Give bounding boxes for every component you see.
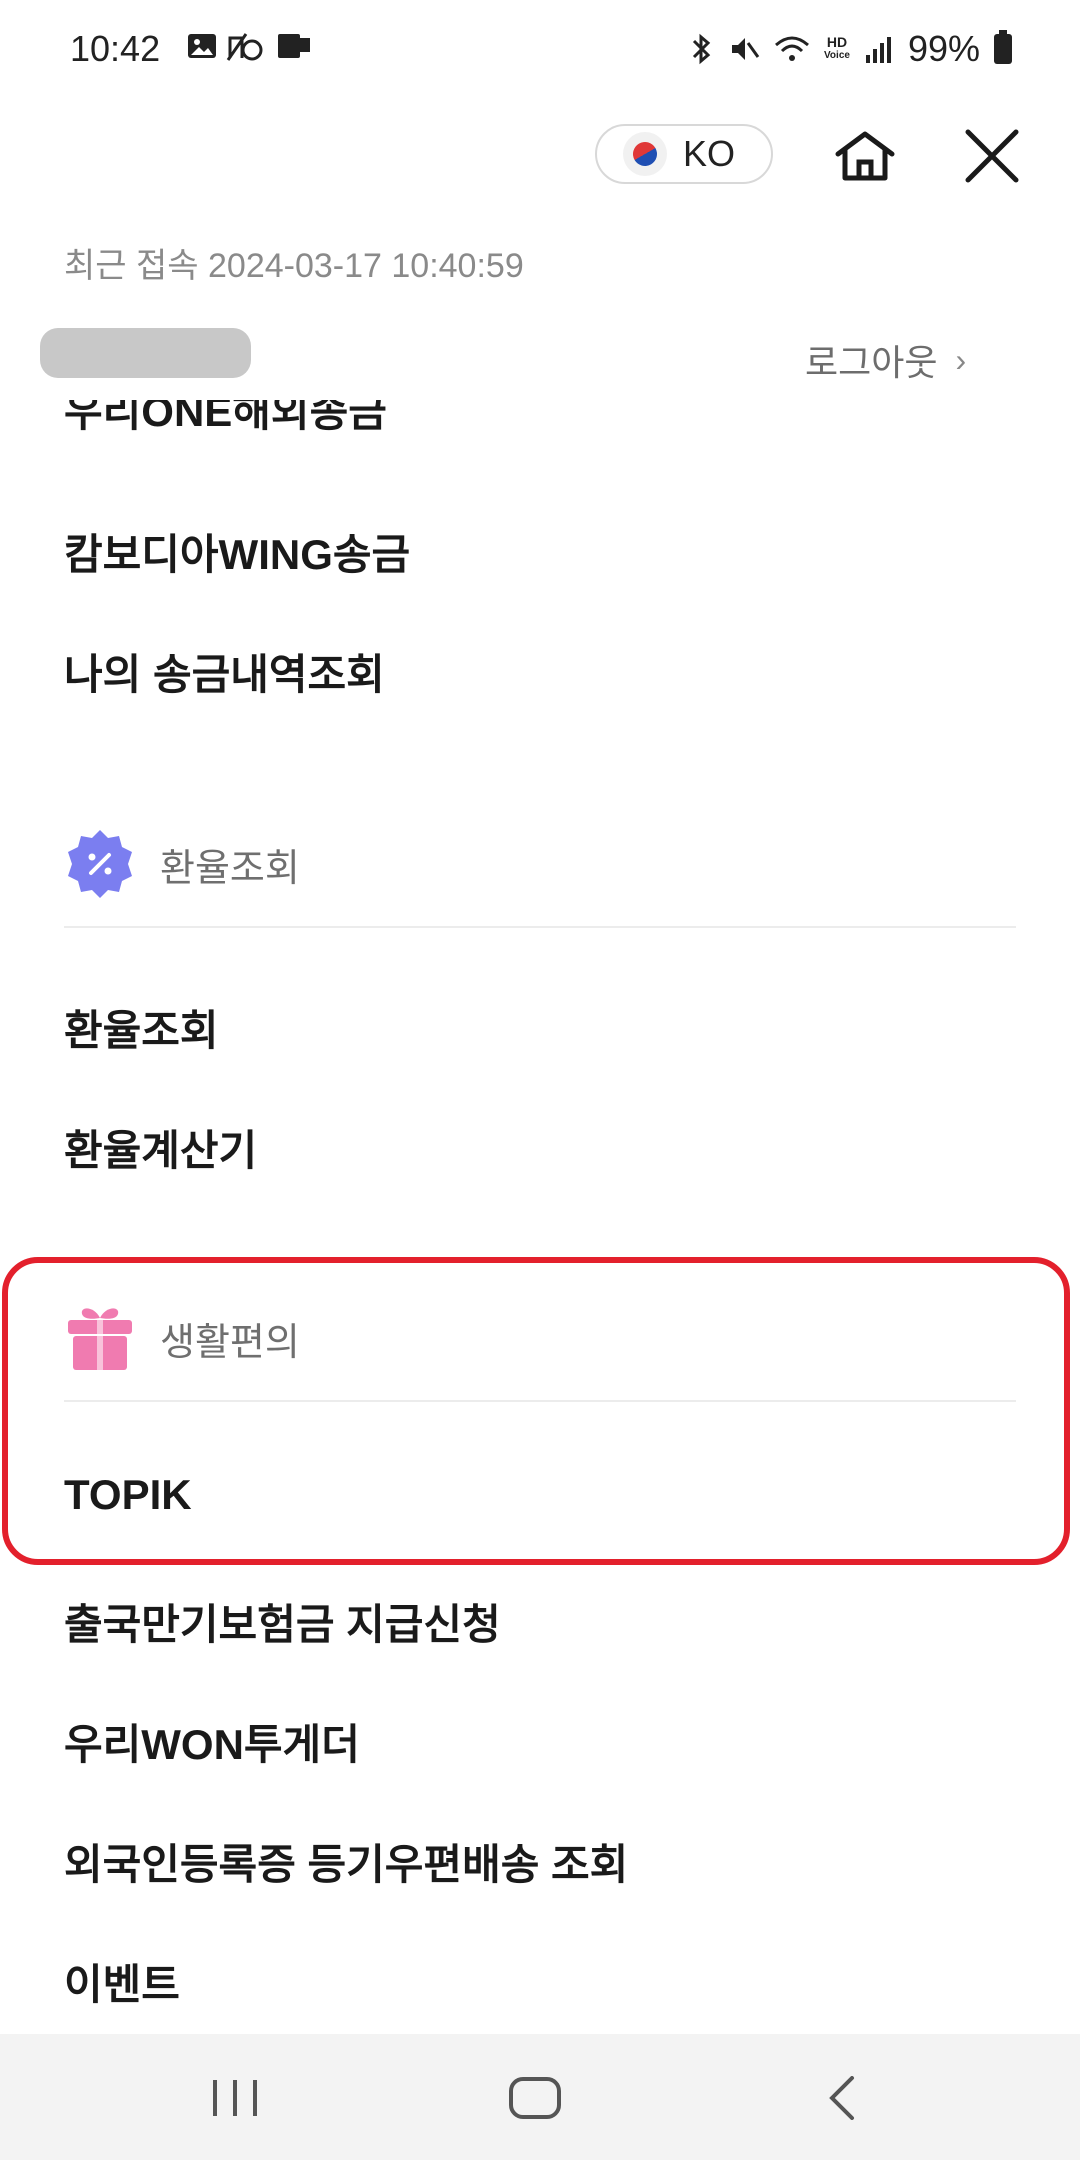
chevron-right-icon: › (955, 341, 967, 378)
language-selector[interactable]: KO (595, 124, 773, 184)
system-icons: HD Voice 99% (688, 28, 1012, 70)
menu-item-departure-insurance[interactable]: 출국만기보험금 지급신청 (64, 1591, 501, 1652)
recent-apps-icon[interactable] (205, 2076, 265, 2120)
no-sound-alarm-icon (226, 33, 263, 61)
status-bar: 10:42 HD Voice 99% (0, 0, 1080, 100)
menu-item-exchange-rate[interactable]: 환율조회 (64, 997, 219, 1058)
notification-icons (186, 30, 314, 62)
last-login-time: 최근 접속 2024-03-17 10:40:59 (64, 247, 524, 285)
mute-icon (732, 38, 760, 60)
battery-icon (994, 30, 1012, 64)
hd-voice-icon: HD Voice (824, 35, 850, 63)
highlight-box (2, 1257, 1070, 1565)
bluetooth-icon (692, 33, 711, 65)
signal-icon (865, 37, 891, 63)
navigation-bar (0, 2034, 1080, 2160)
menu-item-event[interactable]: 이벤트 (64, 1951, 180, 2012)
menu-item-cut-off[interactable]: 우리ONE해외송금 (64, 400, 464, 442)
korea-flag-icon (623, 132, 667, 176)
menu-item-alien-card-delivery[interactable]: 외국인등록증 등기우편배송 조회 (64, 1831, 628, 1892)
clock: 10:42 (70, 28, 161, 69)
close-icon[interactable] (964, 128, 1020, 184)
section-exchange: 환율조회 (64, 828, 300, 900)
home-nav-icon[interactable] (505, 2076, 565, 2120)
user-name-redacted (40, 328, 251, 378)
divider (64, 926, 1016, 928)
percent-badge-icon (68, 830, 132, 898)
section-exchange-label: 환율조회 (160, 847, 300, 890)
menu-item-exchange-calculator[interactable]: 환율계산기 (64, 1117, 257, 1178)
voice-text: Voice (824, 50, 850, 61)
menu-item-label: 우리ONE해외송금 (64, 400, 387, 435)
logout-button[interactable]: 로그아웃 › (805, 334, 966, 386)
menu-item-cambodia-wing[interactable]: 캄보디아WING송금 (64, 521, 410, 582)
back-icon[interactable] (812, 2076, 872, 2120)
battery-percent: 99% (907, 28, 980, 69)
menu-item-woori-won-together[interactable]: 우리WON투게더 (64, 1711, 360, 1772)
hd-text: HD (826, 34, 848, 50)
wifi-icon (775, 36, 809, 61)
notification-icon (278, 34, 310, 58)
language-label: KO (683, 133, 736, 174)
menu-item-remit-history[interactable]: 나의 송금내역조회 (64, 641, 385, 702)
image-icon (188, 34, 216, 58)
home-icon[interactable] (832, 130, 898, 182)
logout-label: 로그아웃 (805, 342, 938, 383)
